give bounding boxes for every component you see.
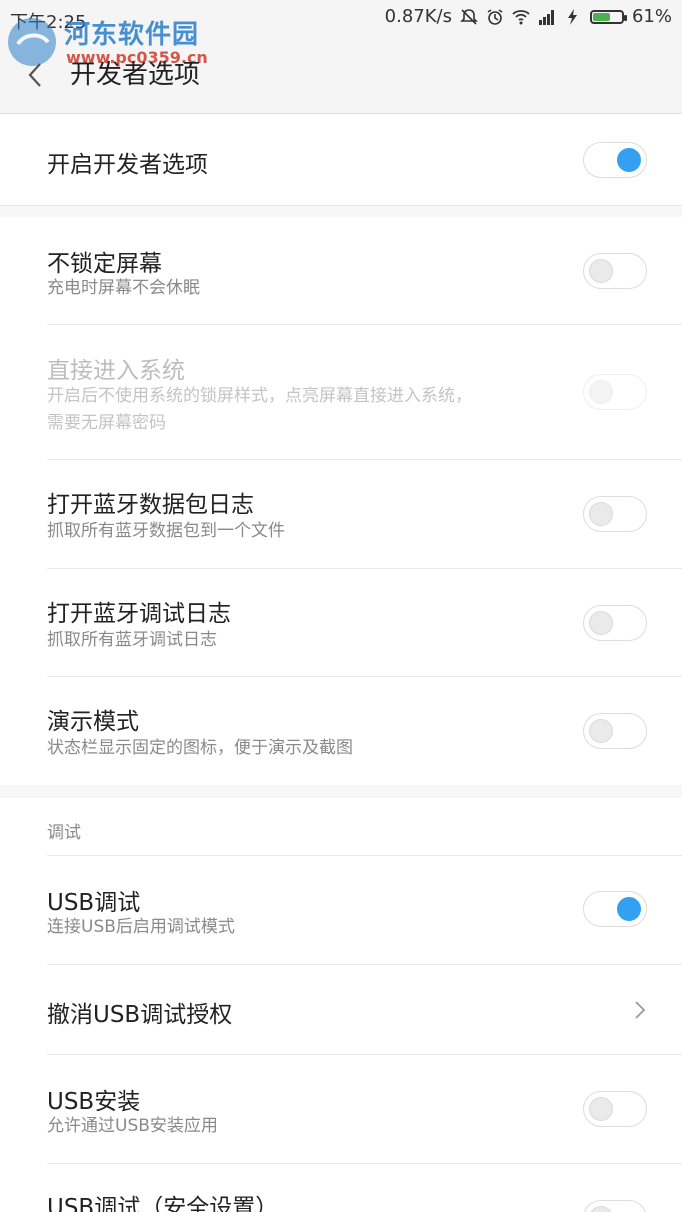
stay-awake-desc: 充电时屏幕不会休眠 [47,278,200,298]
direct-boot-label: 直接进入系统 [47,358,185,384]
top-bar: 下午2:25 0.87K/s 61% 河东软件园 www.pc0359.cn 开… [0,0,682,114]
debug-category-label: 调试 [47,823,81,843]
options-section: 不锁定屏幕 充电时屏幕不会休眠 直接进入系统 开启后不使用系统的锁屏样式，点亮屏… [0,217,682,785]
debug-section: 调试 USB调试 连接USB后启用调试模式 撤消USB调试授权 USB安装 允许… [0,798,682,1212]
stay-awake-label: 不锁定屏幕 [47,251,162,277]
bt-snoop-log-row[interactable]: 打开蓝牙数据包日志 抓取所有蓝牙数据包到一个文件 [0,460,682,569]
toggle-knob [589,259,613,283]
usb-install-toggle[interactable] [583,1091,647,1127]
toggle-knob [617,897,641,921]
usb-install-label: USB安装 [47,1089,141,1115]
enable-developer-options-label: 开启开发者选项 [47,152,208,178]
battery-fill [592,12,610,21]
usb-debugging-row[interactable]: USB调试 连接USB后启用调试模式 [0,856,682,965]
bt-debug-log-toggle[interactable] [583,605,647,641]
bt-snoop-log-toggle[interactable] [583,496,647,532]
stay-awake-row[interactable]: 不锁定屏幕 充电时屏幕不会休眠 [0,217,682,325]
usb-debugging-desc: 连接USB后启用调试模式 [47,917,235,937]
bt-snoop-log-desc: 抓取所有蓝牙数据包到一个文件 [47,521,285,541]
bt-debug-log-desc: 抓取所有蓝牙调试日志 [47,630,217,650]
battery-percent: 61% [631,6,672,27]
back-arrow-icon[interactable] [24,60,48,90]
alarm-icon [487,8,503,25]
usb-debugging-security-toggle[interactable] [583,1200,647,1212]
direct-boot-desc-line2: 需要无屏幕密码 [47,413,166,433]
toggle-knob [589,719,613,743]
bt-snoop-log-label: 打开蓝牙数据包日志 [47,492,254,518]
usb-debugging-security-label: USB调试（安全设置） [47,1195,279,1212]
toggle-knob [589,1206,613,1212]
demo-mode-toggle[interactable] [583,713,647,749]
toggle-knob [589,502,613,526]
battery-icon [589,9,627,24]
enable-developer-options-row[interactable]: 开启开发者选项 [0,114,682,205]
network-speed: 0.87K/s [384,6,452,27]
status-icons: 0.87K/s 61% [385,6,672,27]
enable-developer-options-toggle[interactable] [583,142,647,178]
demo-mode-row[interactable]: 演示模式 状态栏显示固定的图标，便于演示及截图 [0,677,682,785]
status-time: 下午2:25 [10,12,87,33]
revoke-usb-auth-label: 撤消USB调试授权 [47,1002,233,1028]
usb-debugging-label: USB调试 [47,890,141,916]
usb-debugging-toggle[interactable] [583,891,647,927]
stay-awake-toggle[interactable] [583,253,647,289]
toggle-knob [589,1097,613,1121]
bt-debug-log-row[interactable]: 打开蓝牙调试日志 抓取所有蓝牙调试日志 [0,569,682,677]
direct-boot-toggle [583,374,647,410]
demo-mode-desc: 状态栏显示固定的图标，便于演示及截图 [47,738,353,758]
bt-debug-log-label: 打开蓝牙调试日志 [47,601,231,627]
usb-debugging-security-row[interactable]: USB调试（安全设置） [0,1164,682,1212]
revoke-usb-auth-row[interactable]: 撤消USB调试授权 [0,965,682,1055]
mute-icon [460,8,478,25]
toggle-knob [589,380,613,404]
signal-icon [538,9,554,25]
wifi-icon [512,9,530,24]
chevron-right-icon [635,1001,646,1019]
toggle-knob [589,611,613,635]
toggle-knob [617,148,641,172]
debug-category-header: 调试 [0,798,682,856]
usb-install-desc: 允许通过USB安装应用 [47,1116,218,1136]
usb-install-row[interactable]: USB安装 允许通过USB安装应用 [0,1055,682,1164]
main-toggle-section: 开启开发者选项 [0,114,682,206]
demo-mode-label: 演示模式 [47,709,139,735]
direct-boot-row: 直接进入系统 开启后不使用系统的锁屏样式，点亮屏幕直接进入系统， 需要无屏幕密码 [0,325,682,460]
page-title: 开发者选项 [70,60,201,90]
charging-icon [567,8,577,25]
direct-boot-desc-line1: 开启后不使用系统的锁屏样式，点亮屏幕直接进入系统， [47,386,472,406]
